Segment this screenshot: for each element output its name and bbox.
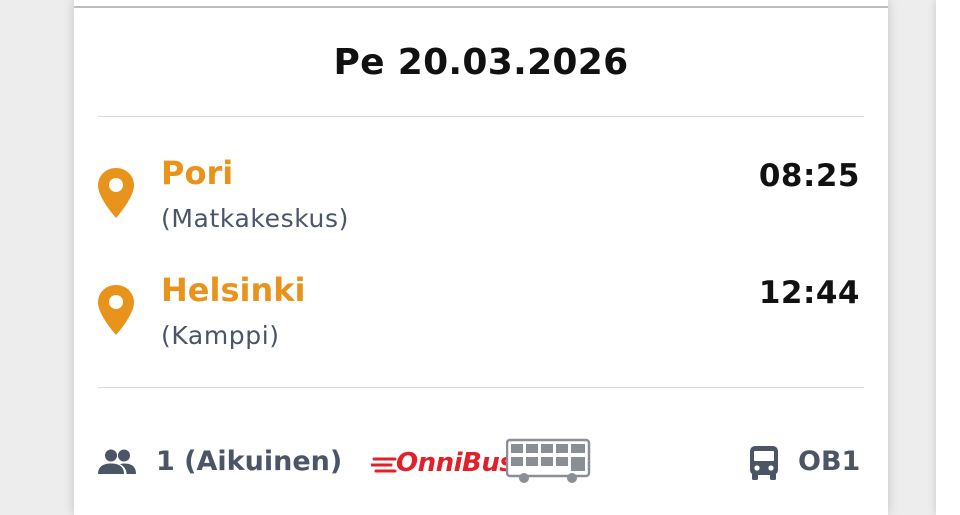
people-icon [98,449,136,474]
passenger-count: 1 (Aikuinen) [156,446,343,477]
divider [98,116,864,117]
operator-brand: OnniBus [396,448,515,478]
divider [98,387,864,388]
speed-lines-icon [371,457,397,473]
card-top-border [74,6,888,8]
arrival-city: Helsinki [161,271,306,309]
trip-card[interactable]: Pe 20.03.2026 Pori (Matkakeskus) 08:25 H… [74,0,888,515]
departure-city: Pori [161,154,234,192]
next-card-edge [936,0,960,515]
arrival-time: 12:44 [758,275,860,311]
double-decker-bus-icon [506,438,591,483]
departure-station: (Matkakeskus) [161,204,349,233]
route-code: OB1 [798,446,861,477]
departure-time: 08:25 [758,158,860,194]
map-pin-icon [98,285,134,335]
map-pin-icon [98,168,134,218]
arrival-station: (Kamppi) [161,321,280,350]
trip-date: Pe 20.03.2026 [333,42,629,83]
bus-icon [750,446,778,480]
